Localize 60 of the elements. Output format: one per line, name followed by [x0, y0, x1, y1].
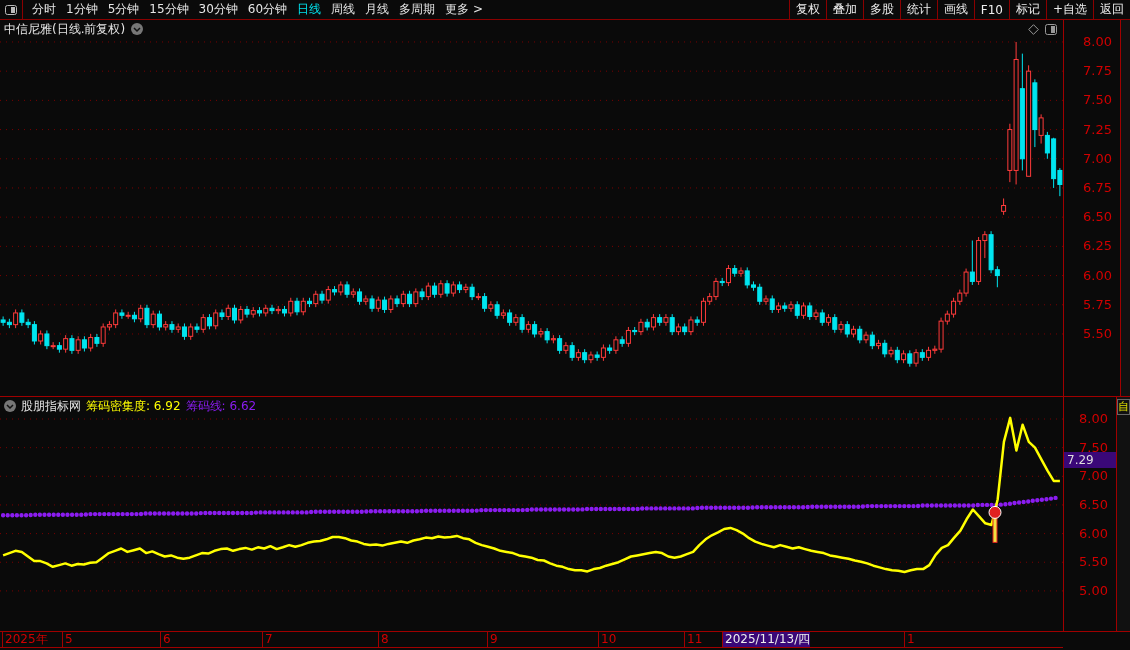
panel-icon[interactable]: [1045, 23, 1057, 35]
date-label: 5: [62, 632, 73, 647]
toolbar-button[interactable]: F10: [973, 0, 1009, 19]
date-label: 11: [684, 632, 703, 647]
toolbar-button[interactable]: 叠加: [825, 0, 863, 19]
axis-label: 6.00: [1079, 525, 1108, 542]
chevron-down-icon[interactable]: [131, 23, 144, 35]
period-tab[interactable]: 30分钟: [193, 0, 243, 19]
period-tab[interactable]: 月线: [360, 0, 395, 19]
toolbar-button[interactable]: 复权: [788, 0, 826, 19]
toolbar-button[interactable]: 统计: [899, 0, 937, 19]
axis-label: 6.50: [1079, 496, 1108, 513]
axis-label: 5.50: [1079, 554, 1108, 571]
panel-icon[interactable]: [5, 4, 17, 15]
toolbar-button[interactable]: 多股: [862, 0, 900, 19]
axis-label: 8.00: [1083, 33, 1112, 50]
axis-label: 7.50: [1083, 92, 1112, 109]
side-tab[interactable]: 自: [1117, 399, 1130, 415]
period-tab[interactable]: 5分钟: [102, 0, 145, 19]
axis-label: 5.00: [1079, 582, 1108, 599]
date-label: 2025/11/13/四: [722, 632, 811, 647]
toolbar-button[interactable]: 返回: [1093, 0, 1130, 19]
legend-label: 筹码密集度: 6.92: [86, 397, 181, 415]
axis-label: 7.75: [1083, 63, 1112, 80]
date-label: 8: [378, 632, 389, 647]
legend-label: 筹码线: 6.62: [185, 397, 257, 415]
toolbar-button[interactable]: 画线: [936, 0, 974, 19]
chevron-down-icon[interactable]: [4, 400, 16, 412]
period-tab[interactable]: 15分钟: [144, 0, 194, 19]
axis-label: 7.00: [1083, 150, 1112, 167]
signal-marker-icon: [988, 505, 1002, 543]
axis-label: 6.25: [1083, 238, 1112, 255]
date-label: 7: [262, 632, 273, 647]
diamond-icon[interactable]: [1028, 23, 1039, 35]
axis-label: 7.25: [1083, 121, 1112, 138]
axis-label: 6.75: [1083, 179, 1112, 196]
date-label: 6: [160, 632, 171, 647]
candle: [1001, 198, 1007, 216]
period-tab[interactable]: 1分钟: [61, 0, 103, 19]
period-tab[interactable]: 日线: [292, 0, 327, 19]
date-label: 2025年: [2, 632, 48, 647]
period-tab[interactable]: 多周期: [394, 0, 441, 19]
period-tab[interactable]: 分时: [27, 0, 61, 19]
period-tab[interactable]: 周线: [326, 0, 361, 19]
date-label: 1: [904, 632, 915, 647]
period-tab[interactable]: 更多 >: [440, 0, 488, 19]
axis-label: 5.75: [1083, 296, 1112, 313]
axis-label: 7.00: [1079, 468, 1108, 485]
chart-title: 中信尼雅(日线.前复权): [4, 20, 126, 38]
toolbar-button[interactable]: 标记: [1008, 0, 1046, 19]
axis-label: 6.00: [1083, 267, 1112, 284]
date-label: 9: [487, 632, 498, 647]
indicator-name: 股朋指标网: [21, 397, 81, 415]
date-label: 10: [598, 632, 617, 647]
toolbar-button[interactable]: +自选: [1045, 0, 1093, 19]
period-tab[interactable]: 60分钟: [242, 0, 293, 19]
axis-label: 5.50: [1083, 325, 1112, 342]
axis-label: 6.50: [1083, 209, 1112, 226]
axis-label: 8.00: [1079, 411, 1108, 427]
cursor-value-label: 7.29: [1064, 451, 1116, 468]
